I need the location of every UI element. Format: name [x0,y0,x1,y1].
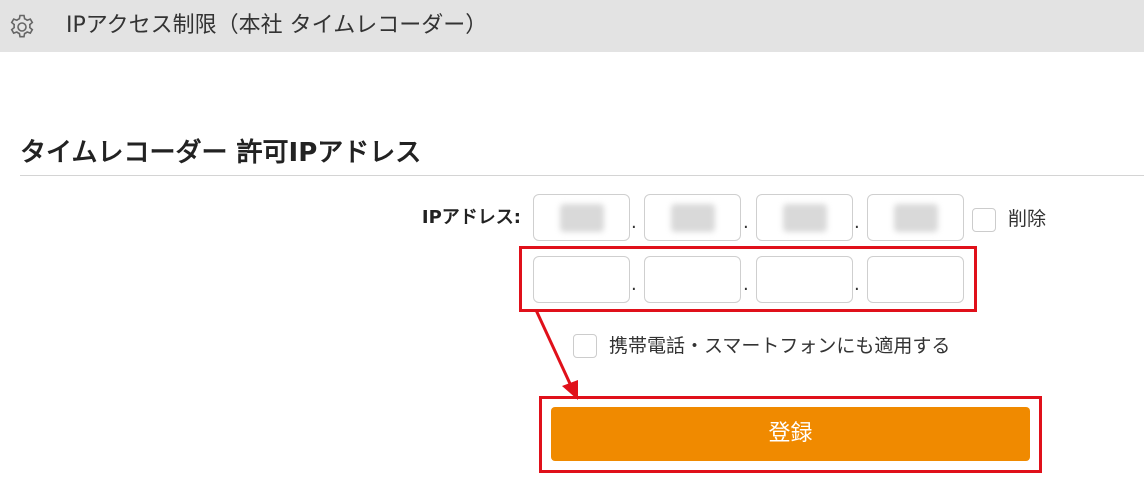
ip-octet-4-existing[interactable] [867,194,964,241]
ip-separator: . [854,212,860,233]
section-title: タイムレコーダー 許可IPアドレス [20,138,422,168]
submit-button[interactable]: 登録 [551,407,1030,461]
section-divider [20,175,1144,176]
header-bar: IPアクセス制限（本社 タイムレコーダー） [0,0,1144,52]
mobile-apply-label: 携帯電話・スマートフォンにも適用する [609,335,951,357]
ip-address-label: IPアドレス: [421,207,521,228]
ip-separator: . [631,212,637,233]
delete-checkbox[interactable] [972,208,996,232]
ip-octet-2-existing[interactable] [644,194,741,241]
gear-icon[interactable] [8,13,36,41]
ip-octet-1-existing[interactable] [533,194,630,241]
delete-label: 削除 [1008,208,1047,230]
ip-separator: . [743,212,749,233]
page-title: IPアクセス制限（本社 タイムレコーダー） [66,13,488,38]
annotation-arrow [534,309,578,400]
ip-octet-3-existing[interactable] [756,194,853,241]
